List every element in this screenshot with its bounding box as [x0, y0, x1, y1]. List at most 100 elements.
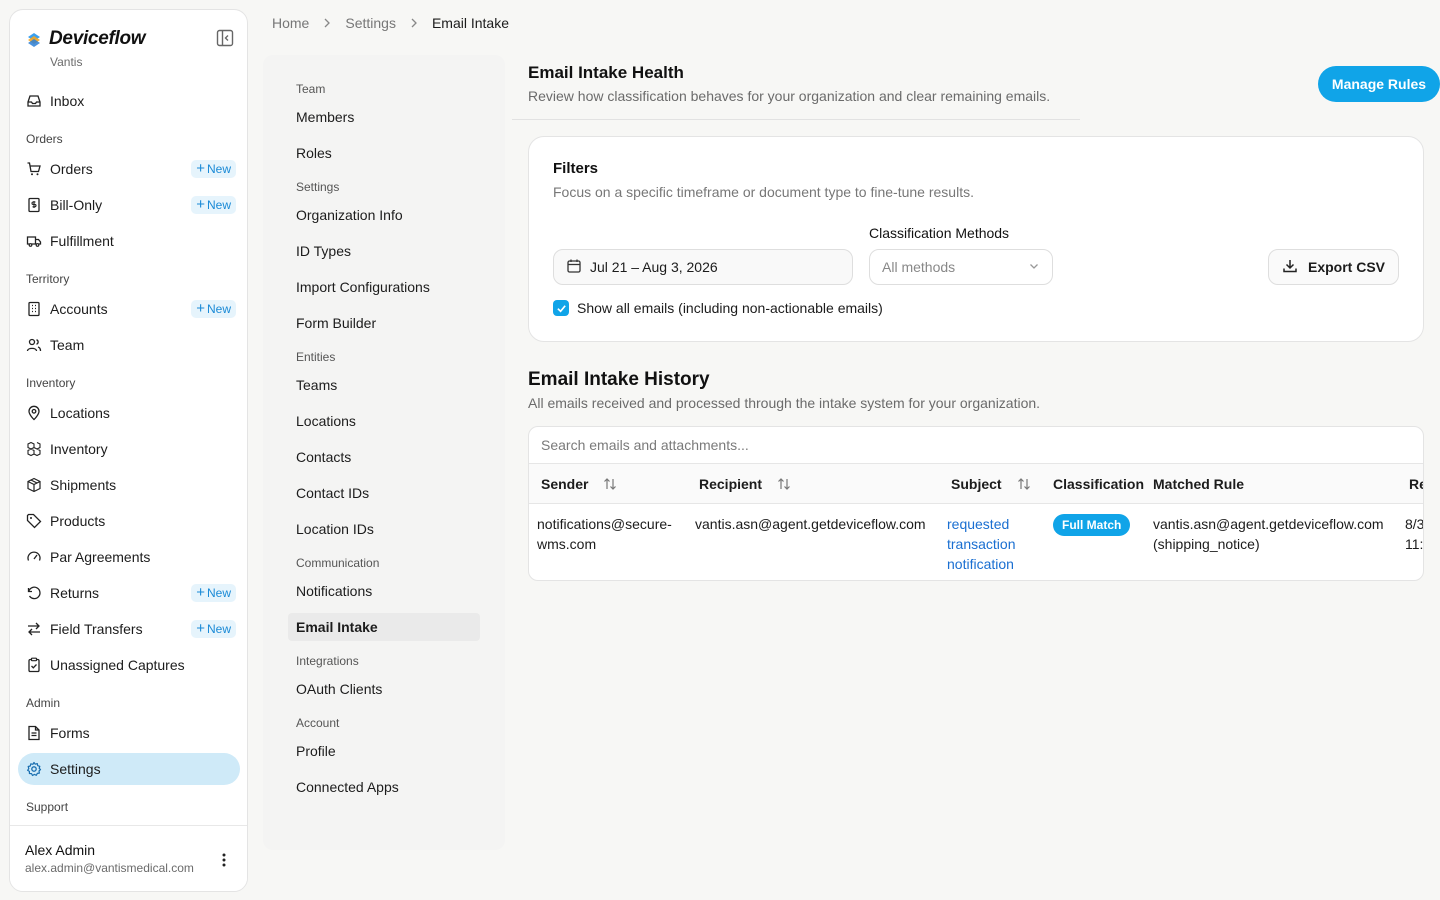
users-icon: [26, 337, 42, 353]
subnav-item-locations[interactable]: Locations: [288, 407, 480, 435]
cell-sender: notifications@secure-wms.com: [537, 516, 672, 552]
classification-methods-select[interactable]: All methods: [869, 249, 1053, 285]
sidebar-item-field-transfers[interactable]: Field Transfers + New: [18, 613, 240, 645]
boxes-icon: [26, 441, 42, 457]
sidebar-item-label: Field Transfers: [50, 621, 143, 637]
user-name: Alex Admin: [25, 842, 96, 858]
sidebar-item-bill-only[interactable]: Bill-Only + New: [18, 189, 240, 221]
subnav-item-email-intake[interactable]: Email Intake: [288, 613, 480, 641]
breadcrumb-home[interactable]: Home: [272, 15, 309, 31]
breadcrumb-settings[interactable]: Settings: [345, 15, 396, 31]
brand[interactable]: Deviceflow: [26, 28, 146, 50]
page-description: Review how classification behaves for yo…: [528, 88, 1051, 104]
subnav-item-teams[interactable]: Teams: [288, 371, 480, 399]
subnav-item-profile[interactable]: Profile: [288, 737, 480, 765]
sidebar-item-fulfillment[interactable]: Fulfillment: [18, 225, 240, 257]
sidebar-item-label: Bill-Only: [50, 197, 103, 213]
column-classification-label: Classification: [1053, 476, 1145, 492]
new-badge-button[interactable]: + New: [191, 160, 236, 178]
plus-icon: +: [196, 160, 205, 177]
column-matched-rule: Matched Rule: [1153, 464, 1244, 504]
sidebar-item-label: Unassigned Captures: [50, 657, 185, 673]
sidebar-item-orders[interactable]: Orders + New: [18, 153, 240, 185]
sidebar-item-unassigned-captures[interactable]: Unassigned Captures: [18, 649, 240, 681]
subnav-section-integrations: Integrations: [296, 654, 359, 668]
subnav-item-members[interactable]: Members: [288, 103, 480, 131]
user-email: alex.admin@vantismedical.com: [25, 861, 194, 875]
column-subject[interactable]: Subject: [951, 464, 1032, 504]
export-csv-button[interactable]: Export CSV: [1268, 249, 1399, 285]
sidebar-item-forms[interactable]: Forms: [18, 717, 240, 749]
sidebar-item-label: Orders: [50, 161, 93, 177]
subnav-item-form-builder[interactable]: Form Builder: [288, 309, 480, 337]
chevron-right-icon: [410, 18, 418, 28]
classification-methods-label: Classification Methods: [869, 225, 1010, 241]
sort-icon[interactable]: [602, 477, 618, 491]
subnav-item-roles[interactable]: Roles: [288, 139, 480, 167]
table-header: Sender Recipient Subject Classification …: [529, 464, 1423, 504]
sidebar-item-label: Returns: [50, 585, 100, 601]
filters-title: Filters: [553, 160, 599, 177]
subnav-item-import-configurations[interactable]: Import Configurations: [288, 273, 480, 301]
sidebar-section-inventory: Inventory: [26, 376, 76, 390]
column-subject-label: Subject: [951, 476, 1002, 492]
download-icon: [1282, 258, 1298, 277]
subnav-item-organization-info[interactable]: Organization Info: [288, 201, 480, 229]
sidebar-item-label: Shipments: [50, 477, 117, 493]
sort-icon[interactable]: [776, 477, 792, 491]
new-badge-button[interactable]: + New: [191, 196, 236, 214]
sidebar-section-territory: Territory: [26, 272, 70, 286]
rotate-ccw-icon: [26, 585, 42, 601]
clipboard-check-icon: [26, 657, 42, 673]
chevron-down-icon: [1028, 259, 1040, 275]
arrows-transfer-icon: [26, 621, 42, 637]
sidebar-item-inbox[interactable]: Inbox: [18, 85, 240, 117]
sidebar-item-products[interactable]: Products: [18, 505, 240, 537]
receipt-icon: [26, 197, 42, 213]
subnav-item-id-types[interactable]: ID Types: [288, 237, 480, 265]
package-icon: [26, 477, 42, 493]
column-sender-label: Sender: [541, 476, 589, 492]
sidebar-item-locations[interactable]: Locations: [18, 397, 240, 429]
new-badge-button[interactable]: + New: [191, 300, 236, 318]
subnav-item-oauth-clients[interactable]: OAuth Clients: [288, 675, 480, 703]
subnav-item-connected-apps[interactable]: Connected Apps: [288, 773, 480, 801]
page-title: Email Intake Health: [528, 63, 684, 82]
cell-subject-link[interactable]: requested transaction notification: [947, 514, 1037, 574]
subnav-item-location-ids[interactable]: Location IDs: [288, 515, 480, 543]
sidebar-item-settings[interactable]: Settings: [18, 753, 240, 785]
sidebar-item-returns[interactable]: Returns + New: [18, 577, 240, 609]
plus-icon: +: [196, 620, 205, 637]
subnav-item-notifications[interactable]: Notifications: [288, 577, 480, 605]
column-recipient[interactable]: Recipient: [699, 464, 792, 504]
sidebar-item-shipments[interactable]: Shipments: [18, 469, 240, 501]
tag-icon: [26, 513, 42, 529]
table-search-row: [529, 427, 1423, 464]
subnav-item-contact-ids[interactable]: Contact IDs: [288, 479, 480, 507]
subnav-section-settings: Settings: [296, 180, 340, 194]
sidebar-item-inventory[interactable]: Inventory: [18, 433, 240, 465]
sidebar-section-orders: Orders: [26, 132, 63, 146]
history-description: All emails received and processed throug…: [528, 395, 1041, 411]
column-sender[interactable]: Sender: [541, 464, 618, 504]
collapse-sidebar-icon[interactable]: [215, 28, 235, 48]
table-row[interactable]: notifications@secure-wms.com vantis.asn@…: [529, 504, 1423, 580]
column-received-label: Re: [1409, 476, 1423, 492]
user-profile[interactable]: Alex Admin alex.admin@vantismedical.com: [10, 825, 247, 891]
date-range-picker[interactable]: Jul 21 – Aug 3, 2026: [553, 249, 853, 285]
manage-rules-button[interactable]: Manage Rules: [1318, 66, 1440, 102]
subnav-section-communication: Communication: [296, 556, 380, 570]
more-vertical-icon[interactable]: [214, 850, 234, 870]
show-all-emails-toggle[interactable]: Show all emails (including non-actionabl…: [553, 300, 883, 316]
new-badge-button[interactable]: + New: [191, 620, 236, 638]
sidebar-item-label: Settings: [50, 761, 101, 777]
sort-icon[interactable]: [1016, 477, 1032, 491]
subnav-item-contacts[interactable]: Contacts: [288, 443, 480, 471]
checkbox-checked[interactable]: [553, 300, 569, 316]
sidebar-item-par-agreements[interactable]: Par Agreements: [18, 541, 240, 573]
sidebar-item-accounts[interactable]: Accounts + New: [18, 293, 240, 325]
breadcrumb: Home Settings Email Intake: [272, 15, 509, 31]
new-badge-button[interactable]: + New: [191, 584, 236, 602]
search-input[interactable]: [541, 435, 1141, 455]
sidebar-item-team[interactable]: Team: [18, 329, 240, 361]
